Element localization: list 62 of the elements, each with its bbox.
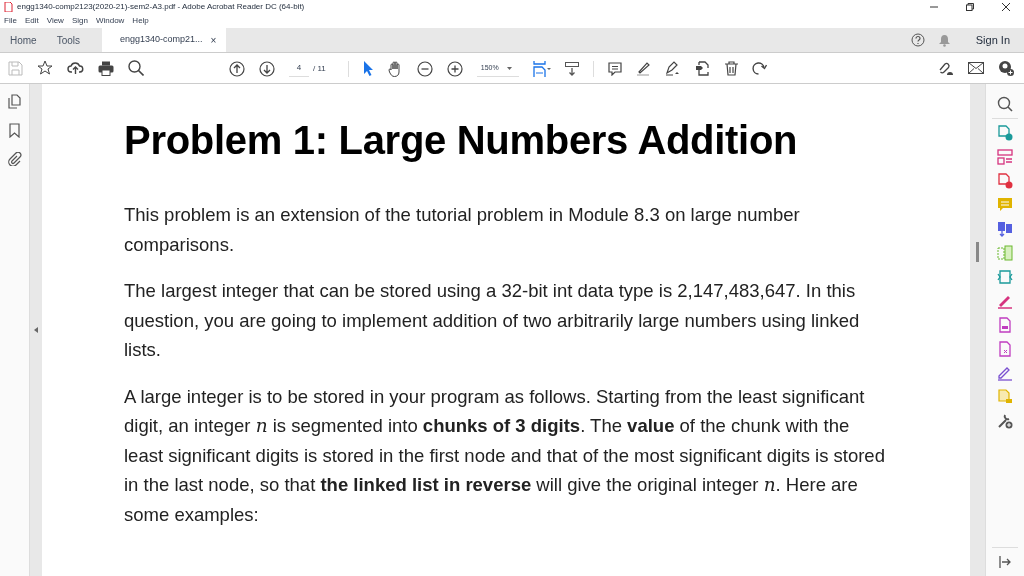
cloud-upload-icon[interactable] (67, 61, 84, 75)
fill-sign-icon[interactable] (997, 293, 1013, 309)
form-file-icon[interactable] (997, 341, 1013, 357)
page-total: / 11 (313, 62, 326, 75)
trash-icon[interactable] (724, 61, 738, 76)
next-page-icon[interactable] (259, 60, 275, 77)
menu-item[interactable]: Help (132, 15, 149, 27)
link-icon[interactable] (937, 60, 954, 76)
page-number-field[interactable]: 4 (289, 60, 309, 77)
paragraph: A large integer is to be stored in your program as follows. Starting from the least significant digit, an integer n is segmented into chunks of 3 digits. The value of the chunk with the least significant digits is stored in the first node and that of the most significant digits is stored in the last node, so that the linked list in reverse will give the original integer n. Here are some examples: (124, 384, 886, 527)
signature-pen-icon[interactable] (997, 365, 1013, 381)
sign-in-button[interactable]: Sign In (975, 31, 1010, 49)
collapse-arrow-icon[interactable] (34, 327, 38, 333)
paperclip-icon[interactable] (7, 152, 22, 166)
scrollbar-thumb[interactable] (976, 242, 979, 262)
help-icon[interactable] (910, 33, 925, 47)
restore-icon[interactable] (966, 3, 974, 11)
menu-item[interactable]: Window (95, 15, 125, 27)
nav-tab[interactable]: Home (0, 28, 47, 52)
add-user-icon[interactable] (998, 60, 1014, 76)
combine-files-icon[interactable] (997, 221, 1013, 237)
zoom-search-icon[interactable] (128, 60, 144, 76)
scroll-mode-icon[interactable] (564, 61, 579, 76)
highlighter-icon[interactable] (635, 61, 651, 76)
mail-icon[interactable] (968, 62, 984, 74)
close-tab-icon[interactable]: × (210, 32, 217, 48)
hand-icon[interactable] (387, 60, 403, 77)
previous-page-icon[interactable] (229, 60, 245, 77)
close-icon[interactable] (1002, 3, 1010, 11)
select-arrow-icon[interactable] (362, 61, 374, 76)
fit-page-icon[interactable] (532, 60, 551, 77)
rotate-icon[interactable] (751, 61, 767, 76)
menu-item[interactable]: Edit (24, 15, 39, 27)
export-pdf-icon[interactable] (997, 125, 1013, 141)
pdf-icon (4, 2, 13, 12)
print-icon[interactable] (98, 60, 114, 76)
create-pdf-icon[interactable] (997, 173, 1013, 189)
comment-icon[interactable] (607, 61, 622, 76)
caret-icon (506, 66, 512, 70)
form-layout-icon[interactable] (997, 149, 1013, 165)
menu-item[interactable]: View (46, 15, 64, 27)
heading: Problem 1: Large Numbers Addition (124, 120, 799, 160)
scan-document-icon[interactable] (997, 269, 1013, 285)
share-document-icon[interactable] (694, 61, 711, 76)
document-tab[interactable]: engg1340-comp21... × (102, 28, 227, 52)
edit-pdf-icon[interactable] (997, 317, 1013, 333)
minimize-icon[interactable] (930, 3, 938, 11)
nav-tab[interactable]: Tools (46, 28, 91, 52)
tools-add-icon[interactable] (997, 413, 1013, 429)
star-icon[interactable] (37, 60, 53, 76)
zoom-in-icon[interactable] (446, 60, 463, 77)
paragraph: The largest integer that can be stored using a 32-bit int data type is 2,147,483,647. In this question, you are going to implement addition of two arbitrarily large numbers using linked lists. (124, 279, 861, 362)
paragraph: This problem is an extension of the tutorial problem in Module 8.3 on large number comparisons. (124, 203, 801, 257)
menu-item[interactable]: Sign (71, 15, 88, 27)
menu-item[interactable]: File (4, 15, 17, 27)
zoom-out-icon[interactable] (416, 60, 433, 77)
expand-panel-icon[interactable] (999, 556, 1011, 568)
pen-sign-icon[interactable] (664, 61, 681, 76)
zoom-search-icon[interactable] (997, 96, 1013, 112)
window-title: engg1340-comp2123(2020-21)-sem2-A3.pdf - Adobe Acrobat Reader DC (64-bit) (17, 3, 305, 11)
bookmark-icon[interactable] (9, 123, 20, 138)
pages-icon[interactable] (8, 94, 21, 109)
